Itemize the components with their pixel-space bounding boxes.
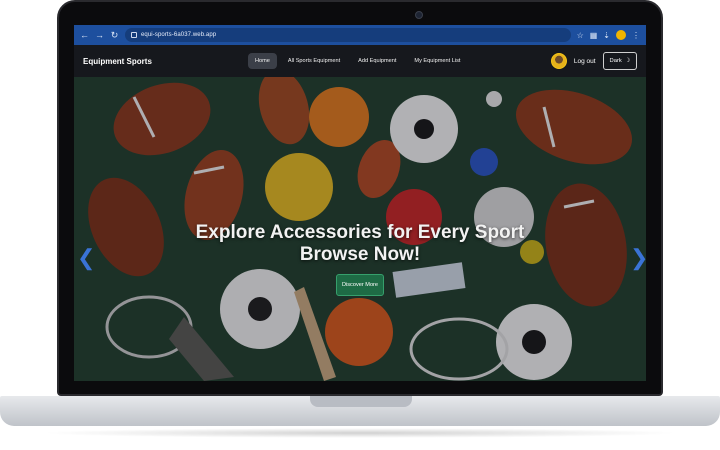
laptop-notch xyxy=(310,396,412,407)
user-avatar[interactable] xyxy=(550,53,567,69)
back-icon[interactable]: ← xyxy=(80,25,89,45)
discover-more-button[interactable]: Discover More xyxy=(336,274,384,296)
url-text: equi-sports-6a037.web.app xyxy=(141,32,217,38)
laptop-screen: ← → ↻ equi-sports-6a037.web.app ☆ ▦ ⇣ ⋮ … xyxy=(74,25,646,381)
browser-actions: ☆ ▦ ⇣ ⋮ xyxy=(577,30,640,40)
address-bar[interactable]: equi-sports-6a037.web.app xyxy=(125,28,571,42)
reload-icon[interactable]: ↻ xyxy=(110,25,119,45)
nav-link-all-equipment[interactable]: All Sports Equipment xyxy=(281,53,347,69)
nav-link-my-equipment[interactable]: My Equipment List xyxy=(407,53,467,69)
camera-icon xyxy=(415,11,423,19)
hero-carousel: Explore Accessories for Every Sport Brow… xyxy=(74,77,646,381)
browser-toolbar: ← → ↻ equi-sports-6a037.web.app ☆ ▦ ⇣ ⋮ xyxy=(74,25,646,45)
hero-title: Explore Accessories for Every Sport Brow… xyxy=(74,222,646,266)
nav-links: Home All Sports Equipment Add Equipment … xyxy=(248,53,467,69)
chevron-left-icon[interactable]: ❮ xyxy=(77,247,95,269)
hero-title-line-1: Explore Accessories for Every Sport xyxy=(195,222,525,243)
download-icon[interactable]: ⇣ xyxy=(603,31,610,40)
site-brand[interactable]: Equipment Sports xyxy=(83,57,248,66)
nav-right: Log out Dark ☽ xyxy=(550,52,637,70)
browser-profile-avatar[interactable] xyxy=(616,30,626,40)
theme-label: Dark xyxy=(609,58,622,64)
chevron-right-icon[interactable]: ❯ xyxy=(630,247,646,269)
laptop-shadow xyxy=(40,428,680,438)
site-navbar: Equipment Sports Home All Sports Equipme… xyxy=(74,45,646,77)
nav-link-home[interactable]: Home xyxy=(248,53,277,69)
nav-link-add-equipment[interactable]: Add Equipment xyxy=(351,53,403,69)
moon-icon: ☽ xyxy=(624,58,630,64)
forward-icon[interactable]: → xyxy=(95,25,104,45)
site-info-icon[interactable] xyxy=(131,32,137,38)
browser-menu-icon[interactable]: ⋮ xyxy=(632,31,640,40)
hero-title-line-2: Browse Now! xyxy=(299,244,421,265)
theme-toggle-button[interactable]: Dark ☽ xyxy=(602,52,637,70)
laptop-mockup: ← → ↻ equi-sports-6a037.web.app ☆ ▦ ⇣ ⋮ … xyxy=(0,0,720,450)
logout-button[interactable]: Log out xyxy=(574,58,596,65)
bookmark-star-icon[interactable]: ☆ xyxy=(577,31,584,40)
extensions-icon[interactable]: ▦ xyxy=(590,31,598,40)
